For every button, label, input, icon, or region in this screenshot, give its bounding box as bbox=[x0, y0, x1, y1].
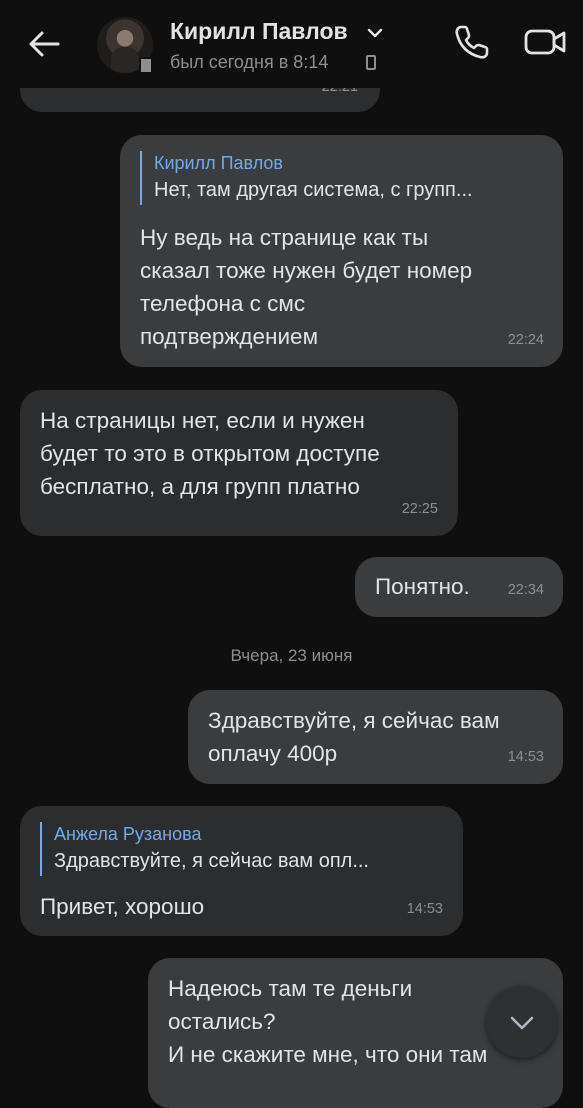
message-outgoing[interactable]: Кирилл Павлов Нет, там другая система, с… bbox=[120, 135, 563, 367]
message-incoming[interactable]: Анжела Рузанова Здравствуйте, я сейчас в… bbox=[20, 806, 463, 936]
last-seen-status: был сегодня в 8:14 bbox=[170, 52, 329, 72]
message-incoming[interactable]: На страницы нет, если и нужен будет то э… bbox=[20, 390, 458, 536]
date-separator: Вчера, 23 июня bbox=[230, 646, 353, 665]
chat-title[interactable]: Кирилл Павлов bbox=[170, 18, 348, 45]
video-call-icon[interactable] bbox=[522, 24, 568, 60]
phone-call-icon[interactable] bbox=[452, 22, 492, 62]
message-text: На страницы нет, если и нужен будет то э… bbox=[40, 408, 380, 499]
back-arrow-icon[interactable] bbox=[22, 22, 66, 66]
chevron-down-icon bbox=[510, 1016, 534, 1030]
message-outgoing[interactable]: Здравствуйте, я сейчас вам оплачу 400р 1… bbox=[188, 690, 563, 784]
message-text: Надеюсь там те деньги остались? И не ска… bbox=[168, 976, 488, 1067]
reply-author: Анжела Рузанова bbox=[54, 824, 202, 844]
reply-quote[interactable]: Анжела Рузанова Здравствуйте, я сейчас в… bbox=[40, 822, 369, 876]
message-time: 22:24 bbox=[507, 332, 544, 348]
message-text: Понятно. bbox=[375, 574, 470, 599]
message-outgoing[interactable]: Понятно. 22:34 bbox=[355, 557, 563, 617]
message-time: 14:53 bbox=[406, 901, 443, 917]
message-text: Ну ведь на странице как ты сказал тоже н… bbox=[140, 225, 473, 349]
chevron-down-icon[interactable] bbox=[366, 26, 384, 40]
reply-text: Здравствуйте, я сейчас вам опл... bbox=[54, 850, 369, 872]
mobile-device-icon bbox=[366, 55, 376, 70]
chat-header: Кирилл Павлов был сегодня в 8:14 bbox=[0, 0, 583, 88]
message-time: 22:34 bbox=[507, 582, 544, 598]
reply-text: Нет, там другая система, с групп... bbox=[154, 179, 473, 201]
message-text: Привет, хорошо bbox=[40, 894, 205, 919]
mobile-online-icon bbox=[139, 57, 153, 74]
reply-author: Кирилл Павлов bbox=[154, 153, 283, 173]
reply-quote[interactable]: Кирилл Павлов Нет, там другая система, с… bbox=[140, 151, 473, 205]
message-time: 22:25 bbox=[401, 501, 438, 517]
message-time: 14:53 bbox=[507, 749, 544, 765]
scroll-down-button[interactable] bbox=[486, 986, 558, 1058]
message-text: Здравствуйте, я сейчас вам оплачу 400р bbox=[208, 708, 500, 766]
